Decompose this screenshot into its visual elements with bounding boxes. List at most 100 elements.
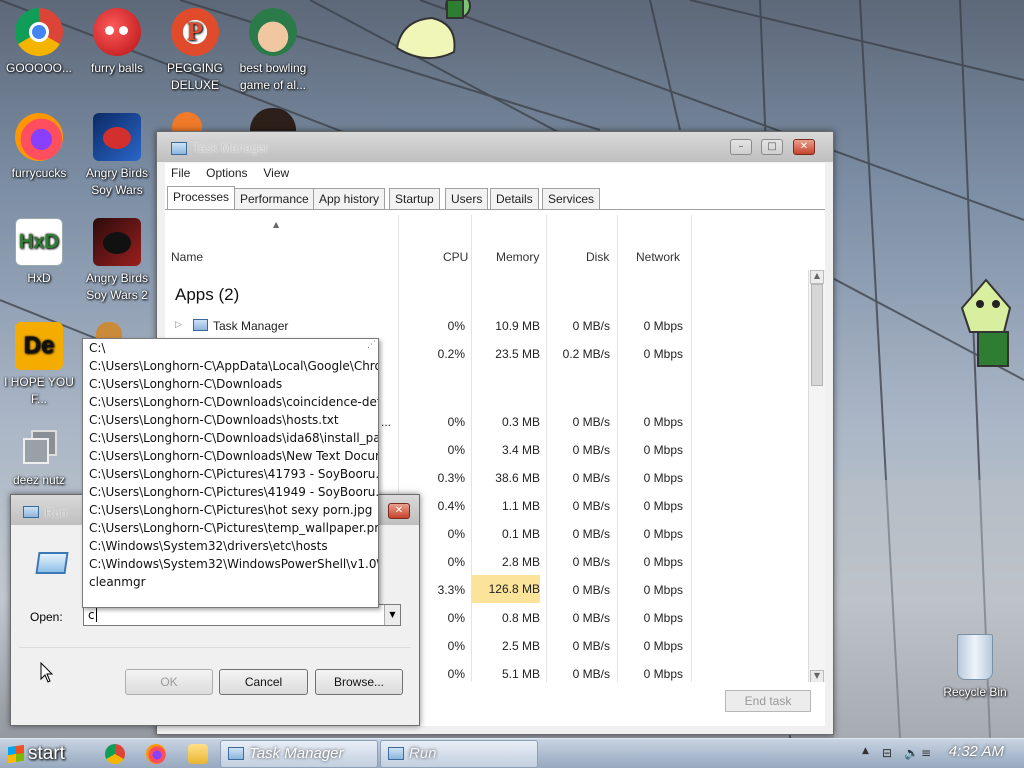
cell-memory: 1.1 MB [501,499,540,513]
tab-app-history[interactable]: App history [313,188,386,210]
browse-button[interactable]: Browse... [315,669,403,695]
cell-disk: 0 MB/s [572,583,610,597]
end-task-button[interactable]: End task [725,690,811,712]
autocomplete-item[interactable]: C:\Users\Longhorn-C\Pictures\41949 - Soy… [89,485,378,503]
menu-file[interactable]: File [165,163,196,180]
scroll-up-arrow-icon[interactable]: ▲ [810,270,824,284]
chevron-down-icon[interactable]: ▼ [384,605,400,625]
network-icon[interactable]: ⊟ [882,746,896,760]
cancel-button[interactable]: Cancel [219,669,308,695]
column-header-memory[interactable]: Memory [496,250,539,280]
tab-users[interactable]: Users [445,188,489,210]
cell-disk: 0 MB/s [572,471,610,485]
table-row[interactable]: ▷ Task Manager 0% 10.9 MB 0 MB/s 0 Mbps [165,311,806,339]
task-manager-titlebar[interactable]: Task Manager – □ ✕ [157,132,833,162]
desktop-icon-angry-birds-soy-wars[interactable]: Angry Birds Soy Wars [80,113,154,199]
run-program-icon [35,552,69,574]
elf-bowling-icon [249,8,297,56]
autocomplete-item[interactable]: C:\Users\Longhorn-C\AppData\Local\Google… [89,359,378,377]
autocomplete-item[interactable]: C:\Users\Longhorn-C\Downloads [89,377,282,395]
autocomplete-dropdown[interactable]: ⋰ C:\ C:\Users\Longhorn-C\AppData\Local\G… [82,338,379,608]
text-cursor [96,608,97,622]
hxd-icon: HxD [15,218,63,266]
autocomplete-item[interactable]: C:\Users\Longhorn-C\Downloads\ida68\inst… [89,431,378,449]
autocomplete-item[interactable]: C:\ [89,341,105,359]
cell-memory: 0.3 MB [501,415,540,429]
task-manager-icon [193,319,208,331]
autocomplete-item[interactable]: C:\Users\Longhorn-C\Pictures\temp_wallpa… [89,521,378,539]
speaker-icon[interactable]: 🔈 [904,746,919,760]
firefox-icon[interactable] [146,744,166,764]
column-header-cpu[interactable]: CPU [443,250,468,280]
desktop-icon-bowling[interactable]: best bowling game of al... [236,8,310,94]
tab-services[interactable]: Services [542,188,601,210]
autocomplete-item[interactable]: C:\Users\Longhorn-C\Downloads\coincidenc… [89,395,378,413]
chrome-icon[interactable] [105,744,125,764]
cell-disk: 0.2 MB/s [562,347,610,361]
menu-view[interactable]: View [257,163,295,180]
tab-performance[interactable]: Performance [234,188,315,210]
cell-memory: 0.8 MB [501,611,540,625]
cell-disk: 0 MB/s [572,415,610,429]
start-button[interactable]: start [2,741,84,767]
desktop-icon-deez-nutz[interactable]: deez nutz [2,428,76,489]
menu-options[interactable]: Options [200,163,253,180]
cell-network: 0 Mbps [643,667,683,681]
tab-processes[interactable]: Processes [167,186,236,210]
maximize-button[interactable]: □ [761,139,783,155]
desktop-icon-pegging-deluxe[interactable]: P PEGGING DELUXE [158,8,232,94]
cell-network: 0 Mbps [643,347,683,361]
folder-stack-icon [19,428,59,468]
scroll-thumb[interactable] [811,284,823,386]
desktop-icon-i-hope[interactable]: De I HOPE YOU F... [2,322,76,408]
section-title: Apps (2) [175,285,240,304]
desktop-icon-angry-birds-soy-wars-2[interactable]: Angry Birds Soy Wars 2 [80,218,154,304]
resize-grip-icon[interactable]: ⋰ [367,340,376,350]
cell-memory: 126.8 MB [471,575,540,603]
tray-extra-icon[interactable]: ≡ [921,746,935,760]
autocomplete-item[interactable]: C:\Users\Longhorn-C\Downloads\New Text D… [89,449,378,467]
cell-memory: 3.4 MB [501,443,540,457]
cell-disk: 0 MB/s [572,499,610,513]
close-button[interactable]: ✕ [793,139,815,155]
angry-birds-icon [93,113,141,161]
cell-network: 0 Mbps [643,639,683,653]
cell-disk: 0 MB/s [572,555,610,569]
de-logo-icon: De [15,322,63,370]
autocomplete-item[interactable]: C:\Users\Longhorn-C\Pictures\hot sexy po… [89,503,372,521]
taskbar-task-run[interactable]: Run [380,740,538,768]
taskbar-task-task-manager[interactable]: Task Manager [220,740,378,768]
desktop-icon-hxd[interactable]: HxD HxD [2,218,76,287]
cell-memory: 38.6 MB [495,471,540,485]
red-furball-icon [93,8,141,56]
autocomplete-item[interactable]: C:\Windows\System32\drivers\etc\hosts [89,539,328,557]
taskbar-task-label: Task Manager [249,745,344,762]
open-input[interactable]: c [88,608,95,622]
cell-memory: 2.5 MB [501,639,540,653]
desktop-icon-recycle-bin[interactable]: Recycle Bin [938,634,1012,701]
vertical-scrollbar[interactable]: ▲ ▼ [808,270,825,683]
ok-button[interactable]: OK [125,669,213,695]
desktop-icon-label: I HOPE YOU F... [4,375,74,406]
column-header-network[interactable]: Network [636,250,680,280]
expand-arrow-icon[interactable]: ▷ [175,319,182,330]
cell-network: 0 Mbps [643,555,683,569]
tab-startup[interactable]: Startup [389,188,440,210]
desktop-icon-firefox[interactable]: furrycucks [2,113,76,182]
chevron-up-icon[interactable]: ▲ [862,746,876,760]
autocomplete-item[interactable]: C:\Users\Longhorn-C\Pictures\41793 - Soy… [89,467,378,485]
close-button[interactable]: ✕ [388,503,410,519]
minimize-button[interactable]: – [730,139,752,155]
desktop-icon-chrome[interactable]: GOOOOO... [2,8,76,77]
clock[interactable]: 4:32 AM [949,743,1004,760]
cell-cpu: 0.3% [437,471,465,485]
autocomplete-item[interactable]: C:\Users\Longhorn-C\Downloads\hosts.txt [89,413,339,431]
tab-details[interactable]: Details [490,188,539,210]
desktop-icon-furry-balls[interactable]: furry balls [80,8,154,77]
autocomplete-item[interactable]: cleanmgr [89,575,146,593]
folder-icon[interactable] [188,744,208,764]
autocomplete-item[interactable]: C:\Windows\System32\WindowsPowerShell\v1… [89,557,378,575]
cell-network: 0 Mbps [643,443,683,457]
column-header-disk[interactable]: Disk [586,250,609,280]
column-header-name[interactable]: Name [171,250,203,280]
